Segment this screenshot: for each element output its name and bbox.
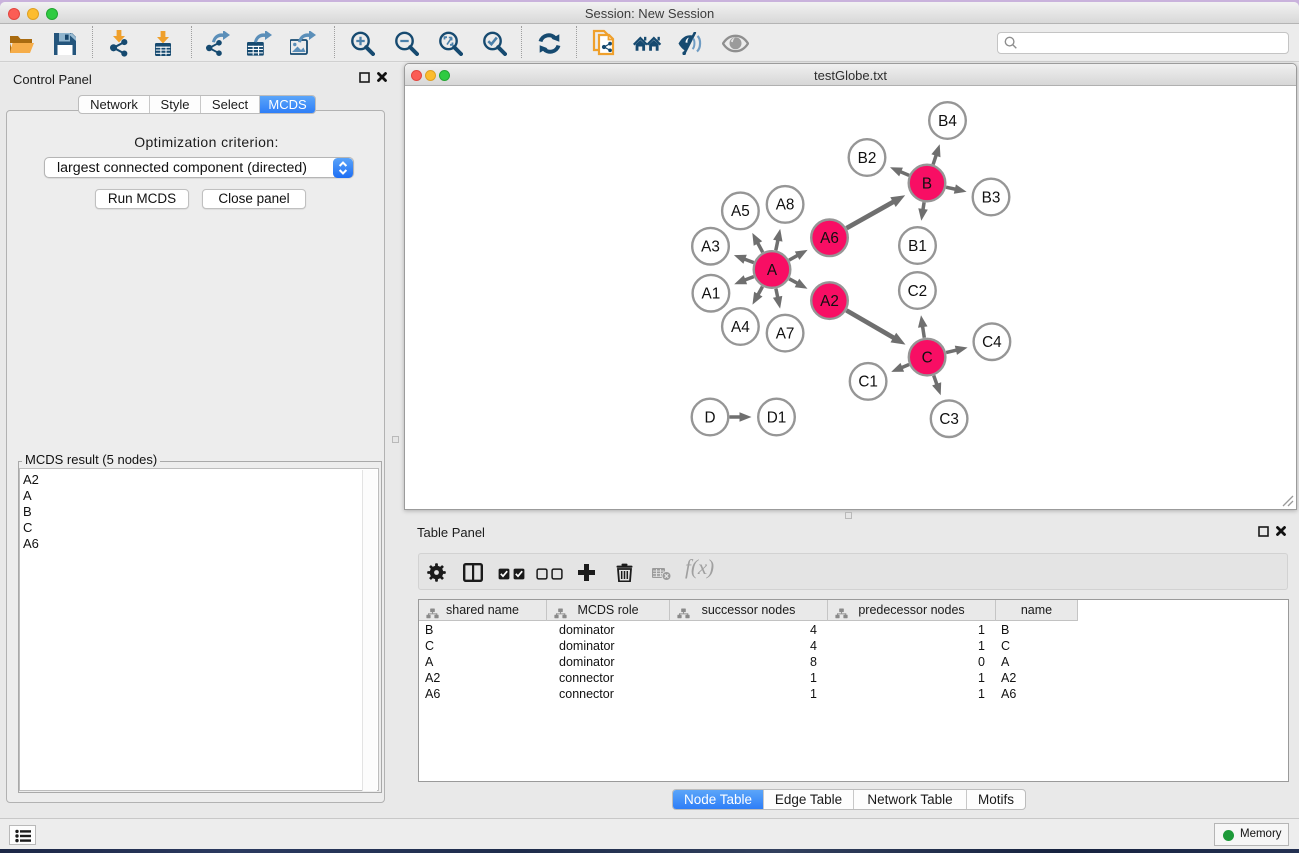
svg-text:A4: A4 [731, 318, 750, 335]
svg-text:D: D [704, 409, 715, 426]
svg-text:B2: B2 [858, 149, 877, 166]
svg-text:C: C [922, 349, 933, 366]
svg-text:A8: A8 [776, 196, 795, 213]
svg-text:B: B [922, 175, 932, 192]
svg-text:A3: A3 [701, 238, 720, 255]
svg-text:C3: C3 [939, 411, 959, 428]
svg-text:A: A [767, 261, 778, 278]
svg-text:B1: B1 [908, 237, 927, 254]
svg-text:A6: A6 [820, 230, 839, 247]
svg-text:D1: D1 [767, 409, 787, 426]
svg-text:C2: C2 [908, 282, 928, 299]
svg-text:A7: A7 [776, 325, 795, 342]
svg-text:A2: A2 [820, 292, 839, 309]
svg-text:B3: B3 [982, 189, 1001, 206]
svg-text:A5: A5 [731, 203, 750, 220]
svg-text:A1: A1 [702, 285, 721, 302]
svg-text:C1: C1 [858, 373, 878, 390]
svg-text:C4: C4 [982, 334, 1002, 351]
svg-text:B4: B4 [938, 112, 957, 129]
